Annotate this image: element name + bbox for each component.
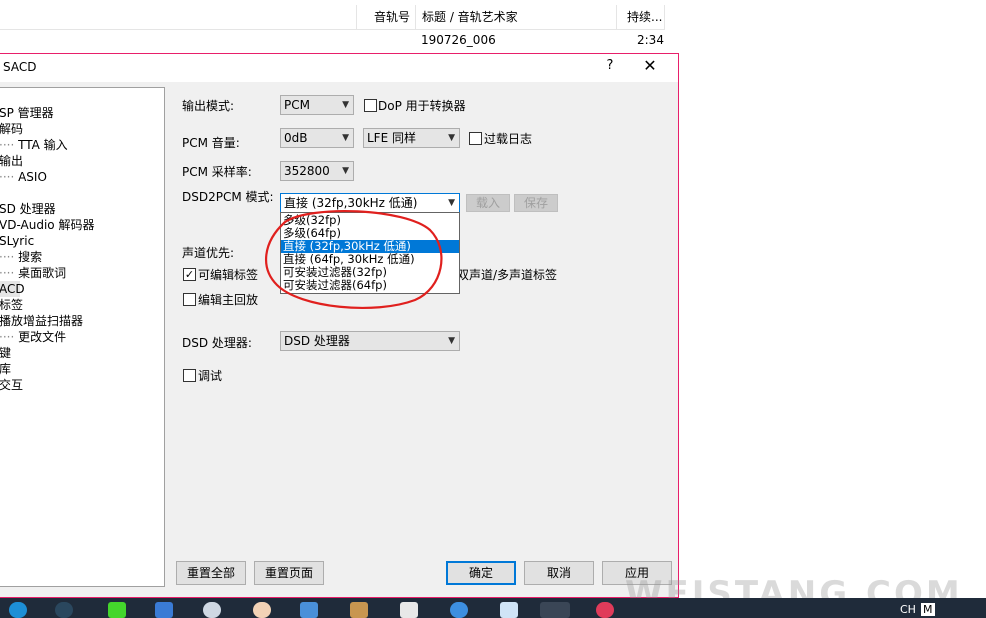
bird-icon[interactable] (450, 602, 468, 618)
pcm-volume-combo[interactable]: 0dB ▼ (280, 128, 354, 148)
lfe-combo[interactable]: LFE 同样 ▼ (363, 128, 460, 148)
dialog-titlebar[interactable]: SACD ? ✕ (0, 54, 678, 82)
pcm-samplerate-combo[interactable]: 352800 ▼ (280, 161, 354, 181)
output-mode-label: 输出模式: (182, 99, 235, 113)
tree-item-label: ASIO (18, 170, 47, 184)
reset-all-button[interactable]: 重置全部 (176, 561, 246, 585)
close-button[interactable]: ✕ (635, 56, 665, 80)
foobar-icon[interactable] (540, 602, 570, 618)
pcm-volume-value: 0dB (284, 131, 308, 145)
taskbar (0, 598, 986, 618)
document-icon[interactable] (155, 602, 173, 618)
tree-item-asio[interactable]: ···· ASIO (0, 169, 47, 185)
editable-tags-checkbox[interactable]: ✓ (183, 268, 196, 281)
editable-tags-label: 可编辑标签 (198, 268, 259, 282)
edit-master-label: 编辑主回放 (198, 293, 259, 307)
tree-item-search[interactable]: ···· 搜索 (0, 249, 42, 265)
tree-item-label: 桌面歌词 (18, 266, 67, 280)
save-button[interactable]: 保存 (514, 194, 558, 212)
load-button[interactable]: 载入 (466, 194, 510, 212)
column-separator[interactable] (415, 5, 416, 30)
tree-item-label: 更改文件 (18, 330, 67, 344)
avatar-icon[interactable] (253, 602, 271, 618)
tree-connector: ···· (0, 250, 15, 264)
browser-icon[interactable] (203, 602, 221, 618)
input-language-indicator[interactable]: CH (900, 603, 916, 616)
tree-item-tags[interactable]: 标签 (0, 297, 23, 313)
tree-item-dsp-manager[interactable]: SP 管理器 (0, 105, 54, 121)
track-list-header: 音轨号 标题 / 音轨艺术家 持续... (0, 5, 665, 30)
annotation-circle (265, 210, 443, 309)
dop-label: DoP 用于转换器 (378, 99, 466, 113)
tree-connector: ···· (0, 138, 15, 152)
debug-checkbox[interactable] (183, 369, 196, 382)
tree-connector: ···· (0, 170, 15, 184)
annotation-stroke (265, 210, 443, 309)
tree-item-dvd-audio-decoder[interactable]: VD-Audio 解码器 (0, 217, 94, 233)
dialog-title: SACD (3, 60, 37, 74)
tree-item-desktop-lyrics[interactable]: ···· 桌面歌词 (0, 265, 66, 281)
app-icon[interactable] (9, 602, 27, 618)
chevron-down-icon: ▼ (448, 336, 455, 346)
chevron-down-icon: ▼ (342, 166, 349, 176)
overload-log-label: 过载日志 (484, 132, 533, 146)
reset-page-button[interactable]: 重置页面 (254, 561, 324, 585)
output-mode-value: PCM (284, 98, 310, 112)
tree-item-dsd-processor[interactable]: SD 处理器 (0, 201, 56, 217)
dsd-processor-combo[interactable]: DSD 处理器 ▼ (280, 331, 460, 351)
files-icon[interactable] (300, 602, 318, 618)
tree-item-label: TTA 输入 (18, 138, 68, 152)
tree-item-output[interactable]: 输出 (0, 153, 23, 169)
overload-log-checkbox[interactable] (469, 132, 482, 145)
cancel-button[interactable]: 取消 (524, 561, 594, 585)
track-row-title[interactable]: 190726_006 (421, 30, 496, 50)
multichannel-tags-label: 双声道/多声道标签 (457, 268, 558, 282)
tree-item-interaction[interactable]: 交互 (0, 377, 23, 393)
razer-icon[interactable] (108, 602, 126, 618)
column-separator[interactable] (616, 5, 617, 30)
channel-priority-label: 声道优先: (182, 246, 235, 260)
output-mode-combo[interactable]: PCM ▼ (280, 95, 354, 115)
tree-item-sacd[interactable]: ACD (0, 281, 25, 297)
pcm-volume-label: PCM 音量: (182, 136, 240, 150)
help-button[interactable]: ? (597, 58, 623, 78)
tree-item-label: 搜索 (18, 250, 43, 264)
tree-item-eslyric[interactable]: SLyric (0, 233, 34, 249)
tree-item-decoding[interactable]: 解码 (0, 121, 23, 137)
tree-connector: ···· (0, 330, 15, 344)
chevron-down-icon: ▼ (342, 133, 349, 143)
pcm-samplerate-value: 352800 (284, 164, 330, 178)
column-duration[interactable]: 持续... (627, 5, 662, 30)
column-separator[interactable] (664, 5, 665, 30)
sacd-preferences-dialog: SACD ? ✕ SP 管理器 解码 ···· TTA 输入 输出 ···· A… (0, 53, 679, 598)
tree-item-replaygain-scanner[interactable]: 播放增益扫描器 (0, 313, 83, 329)
preferences-tree[interactable]: SP 管理器 解码 ···· TTA 输入 输出 ···· ASIO SD 处理… (0, 87, 165, 587)
debug-label: 调试 (198, 369, 223, 383)
ok-button[interactable]: 确定 (446, 561, 516, 585)
column-track-number[interactable]: 音轨号 (374, 5, 410, 30)
column-separator[interactable] (356, 5, 357, 30)
tree-item-change-files[interactable]: ···· 更改文件 (0, 329, 66, 345)
tree-connector: ···· (0, 266, 15, 280)
edit-master-checkbox[interactable] (183, 293, 196, 306)
tree-item-library[interactable]: 库 (0, 361, 11, 377)
dop-checkbox[interactable] (364, 99, 377, 112)
dsd-processor-label: DSD 处理器: (182, 336, 252, 350)
paint-icon[interactable] (350, 602, 368, 618)
pcm-samplerate-label: PCM 采样率: (182, 165, 252, 179)
chevron-down-icon: ▼ (342, 100, 349, 110)
column-title-artist[interactable]: 标题 / 音轨艺术家 (422, 5, 518, 30)
music-icon[interactable] (596, 602, 614, 618)
tree-item-keyboard[interactable]: 键 (0, 345, 11, 361)
lfe-value: LFE 同样 (367, 131, 416, 145)
track-row-duration[interactable]: 2:34 (637, 30, 664, 50)
ime-indicator[interactable]: M (921, 603, 935, 616)
tree-item-tta-input[interactable]: ···· TTA 输入 (0, 137, 68, 153)
photos-icon[interactable] (400, 602, 418, 618)
chevron-down-icon: ▼ (448, 133, 455, 143)
network-icon[interactable] (500, 602, 518, 618)
steam-icon[interactable] (55, 602, 73, 618)
dsd-processor-value: DSD 处理器 (284, 334, 350, 348)
